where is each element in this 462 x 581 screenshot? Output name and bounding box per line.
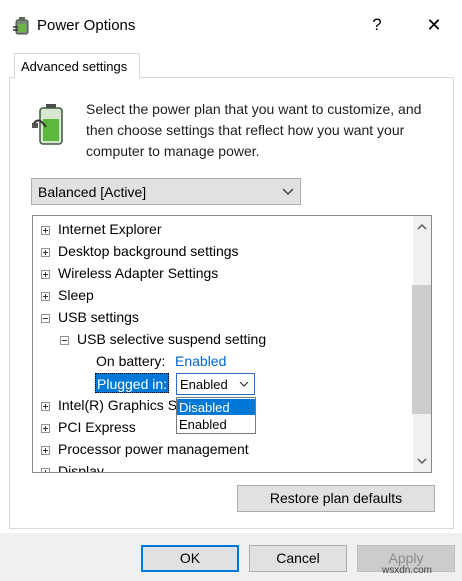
expand-icon[interactable] (41, 424, 50, 433)
expand-icon[interactable] (41, 270, 50, 279)
window-title: Power Options (37, 17, 136, 34)
on-battery-label: On battery: (96, 353, 166, 369)
expand-icon[interactable] (41, 226, 50, 235)
ok-button[interactable]: OK (141, 545, 239, 572)
tab-advanced-settings[interactable]: Advanced settings (14, 53, 140, 79)
tree-item-sleep[interactable]: Sleep (58, 287, 94, 303)
on-battery-value-link[interactable]: Enabled (175, 353, 226, 369)
power-plan-select[interactable]: Balanced [Active] (31, 178, 301, 205)
watermark: wsxdn.com (382, 565, 433, 576)
tree-item-intel-graphics[interactable]: Intel(R) Graphics S (58, 397, 177, 413)
power-options-icon (13, 17, 29, 35)
intro-text: Select the power plan that you want to c… (86, 101, 422, 159)
option-label: Disabled (179, 400, 230, 415)
tree-item-usb-selective-suspend[interactable]: USB selective suspend setting (77, 331, 266, 347)
plugged-in-select[interactable]: Enabled (176, 373, 255, 395)
settings-tree[interactable]: Internet Explorer Desktop background set… (32, 215, 432, 473)
tree-item-pci-express[interactable]: PCI Express (58, 419, 136, 435)
tree-item-processor-power[interactable]: Processor power management (58, 441, 249, 457)
title-bar: Power Options ? ✕ (0, 0, 462, 52)
plugged-in-label: Plugged in: (95, 373, 170, 393)
expand-icon[interactable] (41, 292, 50, 301)
option-disabled[interactable]: Disabled (177, 399, 255, 415)
expand-icon[interactable] (41, 446, 50, 455)
power-plan-value: Balanced [Active] (38, 184, 147, 200)
chevron-down-icon (282, 188, 294, 195)
chevron-down-icon (239, 381, 249, 387)
tree-item-wireless-adapter[interactable]: Wireless Adapter Settings (58, 265, 218, 281)
help-button[interactable]: ? (362, 10, 392, 40)
plugged-in-options-list: Disabled Enabled (176, 397, 256, 434)
tree-item-display[interactable]: Display (58, 463, 104, 472)
expand-icon[interactable] (41, 248, 50, 257)
scroll-up-icon[interactable] (413, 218, 431, 236)
scroll-down-icon[interactable] (413, 452, 431, 470)
restore-plan-defaults-button[interactable]: Restore plan defaults (237, 485, 435, 512)
close-button[interactable]: ✕ (418, 10, 450, 40)
tree-item-internet-explorer[interactable]: Internet Explorer (58, 221, 162, 237)
option-label: Enabled (179, 417, 227, 432)
option-enabled[interactable]: Enabled (177, 416, 255, 432)
tree-item-usb-settings[interactable]: USB settings (58, 309, 139, 325)
battery-plug-icon (32, 104, 63, 145)
tree-item-desktop-background[interactable]: Desktop background settings (58, 243, 239, 259)
collapse-icon[interactable] (60, 336, 69, 345)
cancel-button[interactable]: Cancel (249, 545, 347, 572)
collapse-icon[interactable] (41, 314, 50, 323)
expand-icon[interactable] (41, 402, 50, 411)
tab-label: Advanced settings (21, 59, 128, 74)
plugged-in-value: Enabled (180, 377, 228, 392)
scrollbar-thumb[interactable] (412, 285, 431, 414)
expand-icon[interactable] (41, 468, 50, 472)
